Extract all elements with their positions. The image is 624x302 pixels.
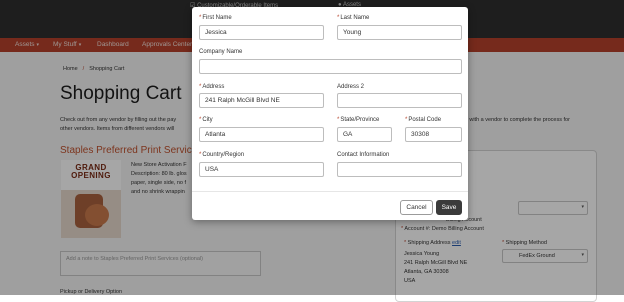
address-label-text: Address	[202, 84, 225, 90]
address2-label: Address 2	[337, 84, 365, 90]
state-label: *State/Province	[337, 117, 379, 123]
first-name-label-text: First Name	[202, 15, 232, 21]
first-name-input[interactable]: Jessica	[199, 25, 324, 40]
postal-code-label: *Postal Code	[405, 117, 441, 123]
first-name-label: *First Name	[199, 15, 232, 21]
country-input[interactable]: USA	[199, 162, 324, 177]
address-label: *Address	[199, 84, 224, 90]
last-name-label-text: Last Name	[340, 15, 370, 21]
required-mark: *	[337, 117, 340, 123]
postal-code-input[interactable]: 30308	[405, 127, 462, 142]
company-name-input[interactable]	[199, 59, 462, 74]
address-edit-modal: *First Name Jessica *Last Name Young Com…	[192, 7, 468, 220]
state-label-text: State/Province	[340, 117, 380, 123]
last-name-input[interactable]: Young	[337, 25, 462, 40]
contact-info-label: Contact Information	[337, 152, 390, 158]
required-mark: *	[199, 152, 202, 158]
required-mark: *	[337, 15, 340, 21]
save-button[interactable]: Save	[436, 200, 462, 215]
required-mark: *	[199, 15, 202, 21]
state-input[interactable]: GA	[337, 127, 392, 142]
address-input[interactable]: 241 Ralph McGill Blvd NE	[199, 93, 324, 108]
contact-info-input[interactable]	[337, 162, 462, 177]
modal-footer-divider	[192, 191, 468, 192]
required-mark: *	[199, 84, 202, 90]
company-name-label: Company Name	[199, 49, 243, 55]
country-label-text: Country/Region	[202, 152, 245, 158]
address2-input[interactable]	[337, 93, 462, 108]
postal-code-label-text: Postal Code	[408, 117, 442, 123]
country-label: *Country/Region	[199, 152, 244, 158]
required-mark: *	[199, 117, 202, 123]
city-label-text: City	[202, 117, 213, 123]
required-mark: *	[405, 117, 408, 123]
last-name-label: *Last Name	[337, 15, 369, 21]
cancel-button[interactable]: Cancel	[400, 200, 433, 215]
city-label: *City	[199, 117, 213, 123]
city-input[interactable]: Atlanta	[199, 127, 324, 142]
